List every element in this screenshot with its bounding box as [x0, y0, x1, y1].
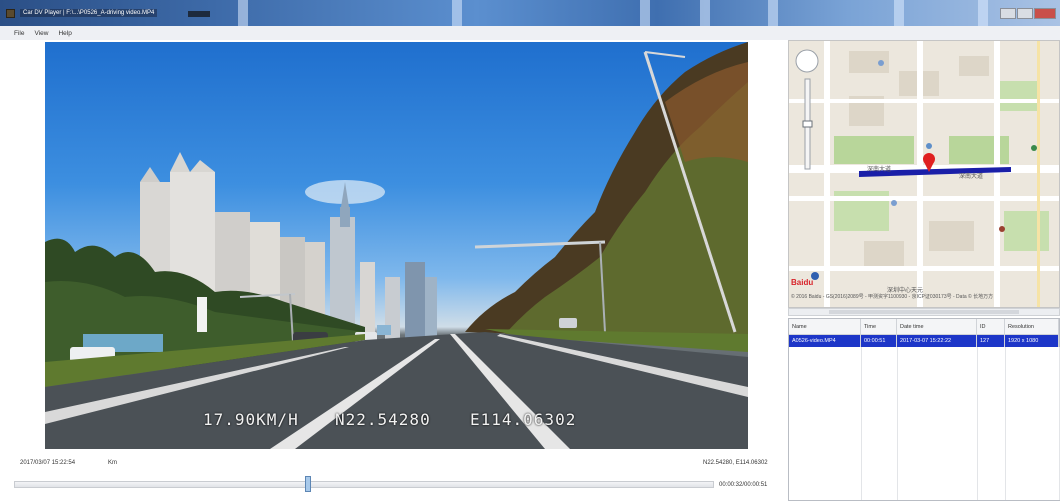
title-bar-highlight: [978, 0, 988, 26]
title-bar-highlight: [238, 0, 248, 26]
menu-bar: File View Help: [0, 26, 1060, 40]
window-controls: [1000, 8, 1056, 20]
file-table: Name Time Date time ID Resolution A0526-…: [788, 318, 1060, 501]
datetime-readout: 2017/03/07 15:22:54: [20, 460, 76, 466]
table-gridlines: [789, 347, 1060, 500]
title-bar: Car DV Player | F:\...\P0526_A-driving v…: [0, 0, 1060, 26]
title-bar-highlight: [452, 0, 462, 26]
map-road-label: 深南大道: [959, 174, 984, 180]
dashcam-scene: [45, 42, 748, 449]
map-copyright: © 2016 Baidu - GS(2016)2089号 - 甲测资字11009…: [791, 294, 994, 300]
cell-time: 00:00:51: [861, 335, 897, 347]
column-header-resolution[interactable]: Resolution: [1005, 319, 1059, 334]
menu-view[interactable]: View: [34, 30, 48, 37]
osd-latitude: N22.54280: [335, 410, 431, 429]
cell-resolution: 1920 x 1080: [1005, 335, 1059, 347]
seek-thumb[interactable]: [305, 476, 311, 492]
table-row[interactable]: A0526-video.MP4 00:00:51 2017-03-07 15:2…: [789, 335, 1059, 347]
maximize-button[interactable]: [1017, 8, 1033, 19]
menu-file[interactable]: File: [14, 30, 24, 37]
map-scrollbar-thumb[interactable]: [829, 310, 1019, 314]
speed-unit-label: Km: [108, 460, 117, 466]
map-road-label: 深南大道: [867, 167, 892, 173]
osd-speed: 17.90KM/H: [203, 410, 299, 429]
title-bar-highlight: [640, 0, 650, 26]
gps-readout: N22.54280, E114.06302: [703, 460, 768, 466]
cell-id: 127: [977, 335, 1005, 347]
title-redacted-block: [188, 11, 210, 17]
app-icon: [6, 9, 15, 18]
window-title: Car DV Player | F:\...\P0526_A-driving v…: [20, 9, 158, 17]
column-header-id[interactable]: ID: [977, 319, 1005, 334]
title-bar-highlight: [700, 0, 710, 26]
playback-time: 00:00:32/00:00:51: [719, 482, 768, 488]
video-frame[interactable]: 17.90KM/H N22.54280 E114.06302: [45, 42, 748, 449]
status-row: 2017/03/07 15:22:54 Km N22.54280, E114.0…: [10, 452, 780, 472]
baidu-logo: Baidu: [791, 278, 814, 287]
column-header-name[interactable]: Name: [789, 319, 861, 334]
column-header-time[interactable]: Time: [861, 319, 897, 334]
minimize-button[interactable]: [1000, 8, 1016, 19]
seek-bar[interactable]: [14, 481, 714, 488]
title-bar-highlight: [894, 0, 904, 26]
map-scrollbar[interactable]: [788, 308, 1060, 316]
title-bar-highlight: [768, 0, 778, 26]
close-button[interactable]: [1034, 8, 1056, 19]
column-header-datetime[interactable]: Date time: [897, 319, 977, 334]
table-header: Name Time Date time ID Resolution: [789, 319, 1059, 335]
cell-datetime: 2017-03-07 15:22:22: [897, 335, 977, 347]
map-tiles: [789, 41, 1059, 307]
menu-help[interactable]: Help: [58, 30, 71, 37]
map-view[interactable]: 深南大道 深南大道 深圳中心天元 Baidu © 2016 Baidu - GS…: [788, 40, 1060, 308]
osd-longitude: E114.06302: [470, 410, 577, 429]
cell-name: A0526-video.MP4: [789, 335, 861, 347]
